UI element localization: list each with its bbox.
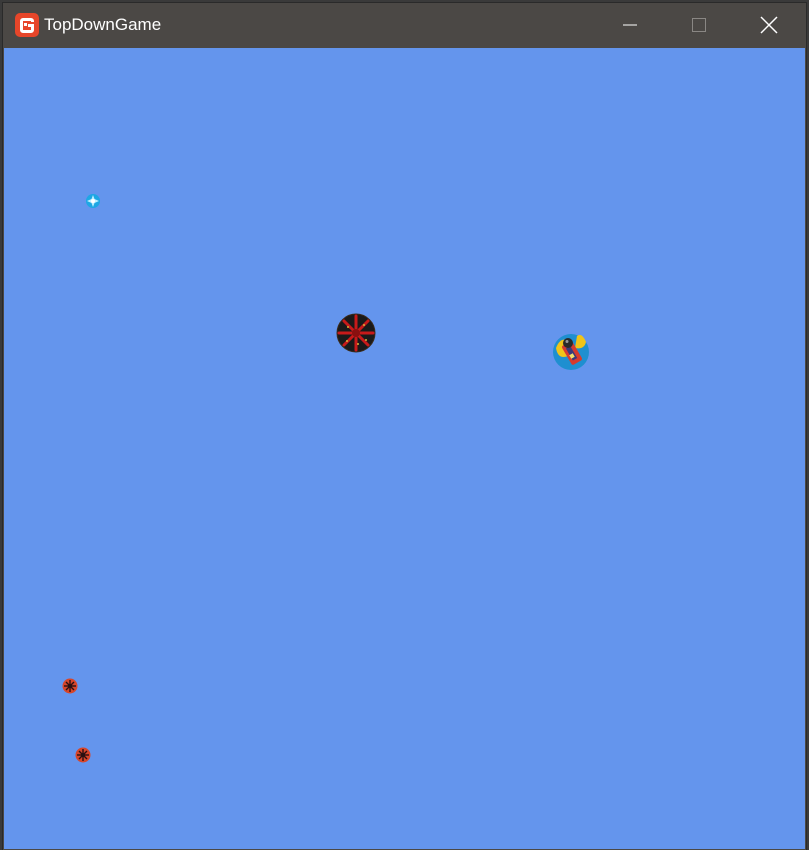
minimize-icon	[623, 24, 637, 26]
title-bar[interactable]: TopDownGame	[3, 3, 806, 47]
game-window: TopDownGame	[3, 3, 806, 850]
maximize-icon	[692, 18, 706, 32]
small-mine-icon	[62, 678, 78, 694]
minimize-button[interactable]	[595, 3, 665, 47]
small-mine-icon	[75, 747, 91, 763]
crystal-icon	[86, 194, 100, 208]
spiked-mine-icon	[336, 313, 376, 353]
close-button[interactable]	[734, 3, 804, 47]
close-icon	[760, 16, 778, 34]
maximize-button[interactable]	[664, 3, 734, 47]
monogame-logo-icon	[15, 13, 39, 37]
spaceship-icon	[553, 334, 589, 370]
game-viewport[interactable]	[4, 48, 805, 849]
window-title: TopDownGame	[44, 15, 162, 34]
